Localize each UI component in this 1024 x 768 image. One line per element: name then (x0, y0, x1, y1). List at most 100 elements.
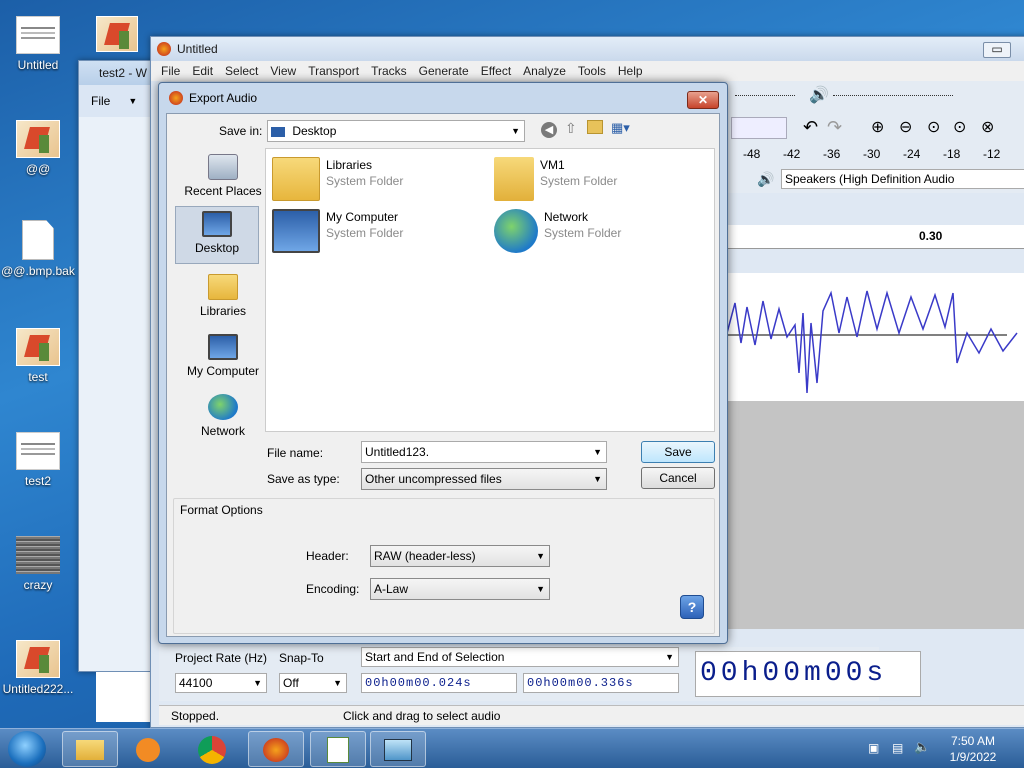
audacity-icon (263, 738, 289, 762)
desktop-icon-untitled[interactable]: Untitled (0, 16, 76, 72)
list-item[interactable]: Libraries System Folder (272, 157, 403, 201)
dialog-body: Save in: Desktop ▼ ◀ ⇧ ▦▾ Recent Places D… (166, 113, 720, 637)
save-in-label: Save in: (219, 124, 263, 138)
clock[interactable]: 7:50 AM 1/9/2022 (940, 733, 1006, 765)
close-icon[interactable]: ✕ (687, 91, 719, 109)
fit-selection-icon[interactable]: ⊙ (927, 117, 940, 137)
file-menu-button[interactable]: File (91, 94, 110, 108)
fit-project-icon[interactable]: ⊙ (953, 117, 966, 137)
menu-transport[interactable]: Transport (302, 64, 365, 78)
menu-effect[interactable]: Effect (475, 64, 517, 78)
save-button[interactable]: Save (641, 441, 715, 463)
desktop-icon-label: Untitled222... (2, 682, 74, 696)
file-list[interactable]: Libraries System Folder VM1 System Folder … (265, 148, 715, 432)
audacity-titlebar[interactable]: Untitled ▭ (151, 37, 1024, 61)
save-in-select[interactable]: Desktop ▼ (267, 120, 525, 142)
encoding-select[interactable]: A-Law ▼ (370, 578, 550, 600)
menu-file[interactable]: File (155, 64, 186, 78)
menu-tools[interactable]: Tools (572, 64, 612, 78)
user-folder-icon (494, 157, 534, 201)
network-icon (494, 209, 538, 253)
output-device-select[interactable]: Speakers (High Definition Audio (781, 169, 1024, 189)
image-viewer-taskbar-button[interactable] (370, 731, 426, 767)
audacity-logo-icon (157, 42, 171, 56)
zoom-in-icon[interactable]: ⊕ (871, 117, 884, 137)
save-as-type-select[interactable]: Other uncompressed files ▼ (361, 468, 607, 490)
computer-icon (208, 334, 238, 360)
back-icon[interactable]: ◀ (541, 122, 557, 138)
taskbar: ▣ ▤ 🔈 7:50 AM 1/9/2022 (0, 728, 1024, 768)
undo-icon[interactable]: ↶ (803, 117, 818, 138)
image-file-icon (16, 328, 60, 366)
playback-volume-slider[interactable] (735, 95, 795, 96)
dialog-title: Export Audio (189, 91, 258, 105)
desktop-icon-label: test (28, 370, 48, 384)
list-item[interactable]: VM1 System Folder (494, 157, 617, 201)
desktop-icon-test2[interactable]: test2 (0, 432, 76, 488)
folder-icon (76, 740, 104, 760)
view-menu-icon[interactable]: ▦▾ (611, 120, 630, 136)
export-audio-dialog[interactable]: Export Audio ✕ Save in: Desktop ▼ ◀ ⇧ ▦▾ … (158, 82, 728, 644)
chrome-taskbar-button[interactable] (184, 731, 240, 767)
place-network[interactable]: Network (181, 390, 265, 438)
zoom-out-icon[interactable]: ⊖ (899, 117, 912, 137)
clock-time: 7:50 AM (950, 734, 996, 748)
desktop-icon-at[interactable]: @@ (0, 120, 76, 176)
up-folder-icon[interactable]: ⇧ (565, 120, 577, 137)
menu-edit[interactable]: Edit (186, 64, 219, 78)
places-bar: Recent Places Desktop Libraries My Compu… (173, 150, 265, 462)
cancel-button[interactable]: Cancel (641, 467, 715, 489)
start-button[interactable] (8, 731, 46, 767)
timeline[interactable]: 0.30 (727, 225, 1024, 249)
image-file-icon (16, 120, 60, 158)
media-player-taskbar-button[interactable] (120, 731, 176, 767)
desktop-icon-bak[interactable]: @@.bmp.bak (0, 220, 76, 278)
help-button[interactable]: ? (680, 595, 704, 619)
place-recent-places[interactable]: Recent Places (181, 150, 265, 198)
place-my-computer[interactable]: My Computer (181, 330, 265, 378)
desktop-icon-crazy[interactable]: crazy (0, 536, 76, 592)
help-icon: ? (687, 599, 697, 615)
meter-tick-label: -48 (743, 147, 761, 161)
image-file-icon[interactable] (96, 16, 138, 52)
audacity-taskbar-button[interactable] (248, 731, 304, 767)
dialog-titlebar[interactable]: Export Audio ✕ (159, 83, 727, 113)
selection-mode-select[interactable]: Start and End of Selection ▼ (361, 647, 679, 667)
list-item[interactable]: My Computer System Folder (272, 209, 403, 253)
snap-to-select[interactable]: Off ▼ (279, 673, 347, 693)
place-libraries[interactable]: Libraries (181, 270, 265, 318)
menu-help[interactable]: Help (612, 64, 649, 78)
display-icon[interactable]: ▤ (892, 741, 903, 755)
new-folder-icon[interactable] (587, 120, 603, 134)
menu-select[interactable]: Select (219, 64, 264, 78)
menu-view[interactable]: View (264, 64, 302, 78)
desktop-icon-test[interactable]: test (0, 328, 76, 384)
selection-start-time[interactable]: 00h00m00.024s (361, 673, 517, 693)
menu-generate[interactable]: Generate (413, 64, 475, 78)
waveform-tool-icon[interactable] (731, 117, 787, 139)
network-status-icon[interactable]: ▣ (868, 741, 879, 755)
selection-end-time[interactable]: 00h00m00.336s (523, 673, 679, 693)
notepad-taskbar-button[interactable] (310, 731, 366, 767)
menu-analyze[interactable]: Analyze (517, 64, 572, 78)
redo-icon[interactable]: ↷ (827, 117, 842, 138)
audio-position-display[interactable]: 00h00m00s (695, 651, 921, 697)
image-file-icon (16, 536, 60, 574)
minimize-button[interactable]: ▭ (983, 42, 1011, 58)
desktop-icon-label: crazy (23, 578, 53, 592)
meter-tick-label: -42 (783, 147, 801, 161)
list-item[interactable]: Network System Folder (494, 209, 621, 253)
header-select[interactable]: RAW (header-less) ▼ (370, 545, 550, 567)
menu-tracks[interactable]: Tracks (365, 64, 413, 78)
project-rate-select[interactable]: 44100 ▼ (175, 673, 267, 693)
explorer-taskbar-button[interactable] (62, 731, 118, 767)
playback-speed-slider[interactable] (833, 95, 953, 96)
waveform (727, 290, 1018, 394)
waveform-track[interactable] (727, 273, 1024, 401)
save-as-type-label: Save as type: (267, 472, 340, 486)
zoom-toggle-icon[interactable]: ⊗ (981, 117, 994, 137)
file-name-input[interactable]: Untitled123. ▼ (361, 441, 607, 463)
volume-icon[interactable]: 🔈 (914, 739, 930, 755)
place-desktop[interactable]: Desktop (175, 206, 259, 264)
desktop-icon-untitled222[interactable]: Untitled222... (0, 640, 76, 696)
